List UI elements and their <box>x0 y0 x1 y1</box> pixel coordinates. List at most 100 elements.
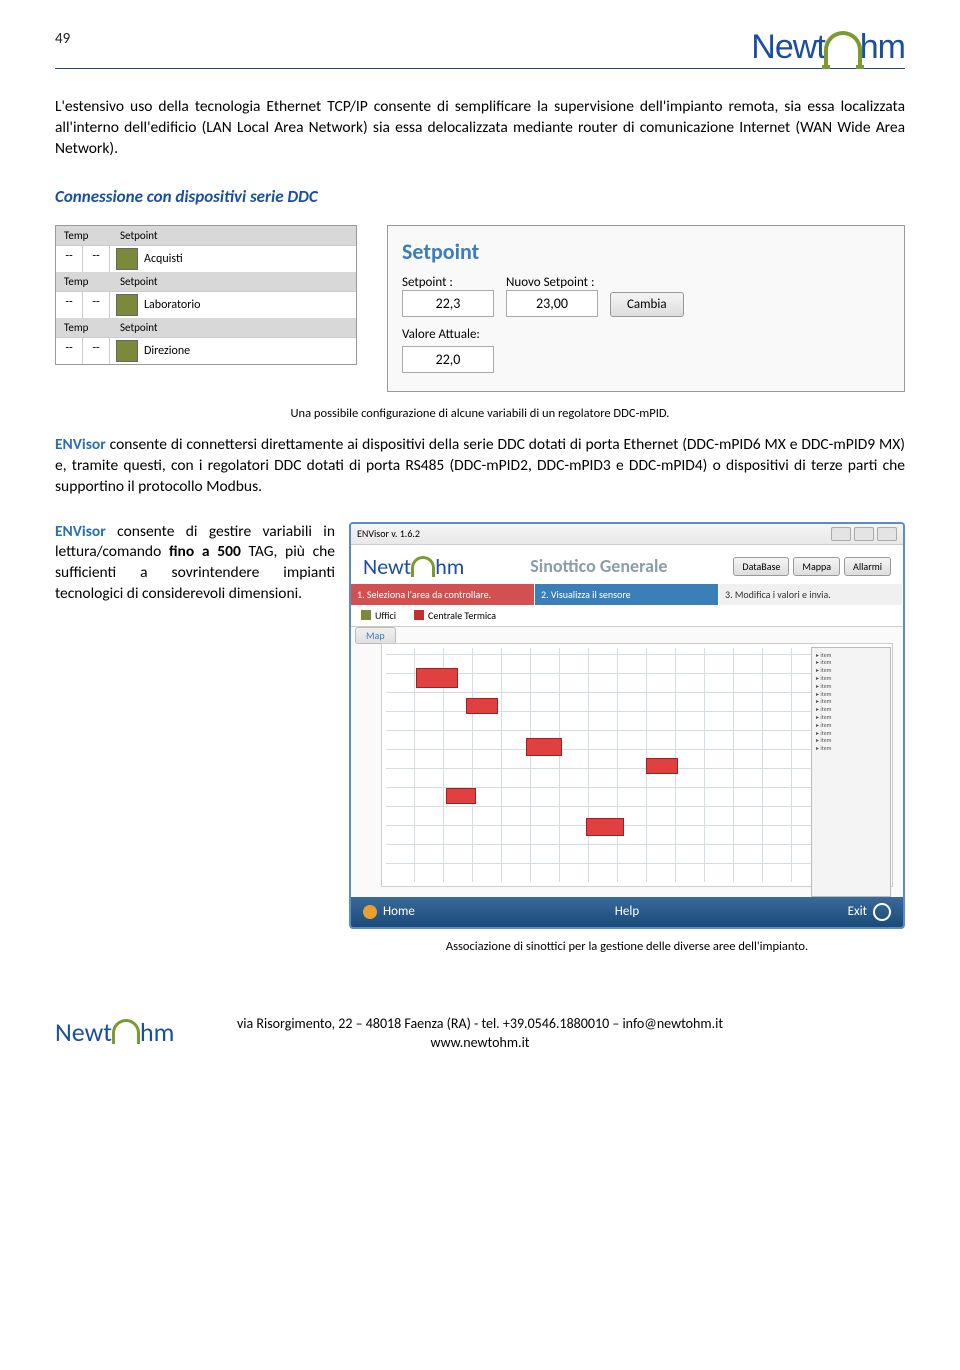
color-swatch-icon <box>361 610 371 620</box>
footer-url: www.newtohm.it <box>55 1033 905 1053</box>
setpoint-value: 22,3 <box>402 290 494 317</box>
var-header: Temp Setpoint <box>56 318 356 337</box>
color-swatch-icon <box>116 294 138 316</box>
area-centrale[interactable]: Centrale Termica <box>414 609 496 622</box>
table-row[interactable]: -- -- Laboratorio <box>56 291 356 318</box>
figure-caption-2: Associazione di sinottici per la gestion… <box>349 939 905 954</box>
envisor-brand: ENVisor <box>55 522 106 541</box>
temp-cell: -- <box>56 246 83 272</box>
temp-cell: -- <box>56 292 83 318</box>
ohm-icon <box>112 1019 140 1044</box>
bottom-bar: Home Help Exit <box>351 897 903 927</box>
row-name: Acquisti <box>110 246 356 272</box>
setpoint-panel: Setpoint Setpoint : 22,3 Nuovo Setpoint … <box>387 225 905 392</box>
map-button[interactable]: Mappa <box>793 557 840 576</box>
section-title-ddc: Connessione con dispositivi serie DDC <box>55 186 905 207</box>
color-swatch-icon <box>116 248 138 270</box>
area-label: Centrale Termica <box>428 609 496 622</box>
actual-value: 22,0 <box>402 346 494 373</box>
row-label: Direzione <box>144 344 190 358</box>
home-button[interactable]: Home <box>363 903 539 921</box>
database-button[interactable]: DataBase <box>733 557 789 576</box>
steps-row: 1. Seleziona l'area da controllare. 2. V… <box>351 584 903 605</box>
close-icon[interactable] <box>877 527 897 541</box>
map-tab[interactable]: Map <box>355 627 396 644</box>
home-icon <box>363 905 377 919</box>
para3-bold: fino a 500 <box>169 542 241 561</box>
color-swatch-icon <box>414 610 424 620</box>
row-label: Acquisti <box>144 252 183 266</box>
col-setpoint: Setpoint <box>112 226 166 245</box>
diagram-node <box>466 698 498 714</box>
brand-text-left: Newt <box>751 30 824 64</box>
maximize-icon[interactable] <box>854 527 874 541</box>
temp-cell: -- <box>56 338 83 364</box>
table-row[interactable]: -- -- Acquisti <box>56 245 356 272</box>
exit-button[interactable]: Exit <box>715 903 891 921</box>
para2-text: consente di connettersi direttamente ai … <box>55 435 905 496</box>
sp-cell: -- <box>83 246 110 272</box>
sp-cell: -- <box>83 338 110 364</box>
sinottico-title: Sinottico Generale <box>530 555 667 577</box>
figure-config-row: Temp Setpoint -- -- Acquisti Temp Setpoi… <box>55 225 905 392</box>
table-row[interactable]: -- -- Direzione <box>56 337 356 364</box>
actual-value-label: Valore Attuale: <box>402 327 890 342</box>
new-setpoint-input[interactable]: 23,00 <box>506 290 598 317</box>
step-1: 1. Seleziona l'area da controllare. <box>351 584 535 605</box>
diagram-node <box>526 738 562 756</box>
step-3: 3. Modifica i valori e invia. <box>719 584 903 605</box>
exit-label: Exit <box>848 904 867 919</box>
change-button[interactable]: Cambia <box>610 292 684 317</box>
var-header: Temp Setpoint <box>56 272 356 291</box>
var-header: Temp Setpoint <box>56 226 356 245</box>
paragraph-envisor-1: ENVisor consente di connettersi direttam… <box>55 435 905 498</box>
ohm-icon <box>411 556 435 577</box>
paragraph-intro: L'estensivo uso della tecnologia Etherne… <box>55 97 905 160</box>
brand-logo: Newt hm <box>751 30 905 64</box>
ohm-icon <box>824 31 862 65</box>
col-setpoint: Setpoint <box>112 272 166 291</box>
footer-address: via Risorgimento, 22 – 48018 Faenza (RA)… <box>55 1014 905 1034</box>
row-name: Direzione <box>110 338 356 364</box>
diagram-node <box>446 788 476 804</box>
app-logo: Newt hm <box>363 553 464 580</box>
col-temp: Temp <box>56 226 112 245</box>
setpoint-label: Setpoint : <box>402 275 494 290</box>
col-setpoint: Setpoint <box>112 318 166 337</box>
col-temp: Temp <box>56 272 112 291</box>
minimize-icon[interactable] <box>831 527 851 541</box>
figure-caption-1: Una possibile configurazione di alcune v… <box>55 406 905 421</box>
area-label: Uffici <box>375 609 396 622</box>
variables-table: Temp Setpoint -- -- Acquisti Temp Setpoi… <box>55 225 357 365</box>
setpoint-title: Setpoint <box>402 238 890 265</box>
color-swatch-icon <box>116 340 138 362</box>
step-2: 2. Visualizza il sensore <box>535 584 719 605</box>
footer-logo: Newt hm <box>55 1014 174 1050</box>
alarms-button[interactable]: Allarmi <box>844 557 891 576</box>
home-label: Home <box>383 904 415 919</box>
page-number: 49 <box>55 30 70 48</box>
envisor-brand: ENVisor <box>55 435 106 454</box>
diagram-node <box>586 818 624 836</box>
window-titlebar: ENVisor v. 1.6.2 <box>351 524 903 545</box>
help-label: Help <box>615 904 639 919</box>
window-title: ENVisor v. 1.6.2 <box>357 527 420 541</box>
map-area: Map ▸ item▸ item▸ item▸ item▸ item▸ ite <box>351 626 903 897</box>
tree-panel[interactable]: ▸ item▸ item▸ item▸ item▸ item▸ item▸ it… <box>811 647 891 897</box>
brand-text-right: hm <box>860 30 905 64</box>
area-uffici[interactable]: Uffici <box>361 609 396 622</box>
new-setpoint-label: Nuovo Setpoint : <box>506 275 598 290</box>
paragraph-envisor-2: ENVisor consente di gestire variabili in… <box>55 522 335 606</box>
areas-row: Uffici Centrale Termica <box>351 605 903 626</box>
page-footer: Newt hm via Risorgimento, 22 – 48018 Fae… <box>55 1014 905 1053</box>
help-button[interactable]: Help <box>539 903 715 921</box>
page-header: 49 Newt hm <box>55 30 905 69</box>
row-label: Laboratorio <box>144 298 201 312</box>
diagram-node <box>416 668 458 688</box>
col-temp: Temp <box>56 318 112 337</box>
exit-icon <box>873 903 891 921</box>
app-window: ENVisor v. 1.6.2 Newt hm Sinottico Gener… <box>349 522 905 929</box>
diagram-node <box>646 758 678 774</box>
row-name: Laboratorio <box>110 292 356 318</box>
sp-cell: -- <box>83 292 110 318</box>
